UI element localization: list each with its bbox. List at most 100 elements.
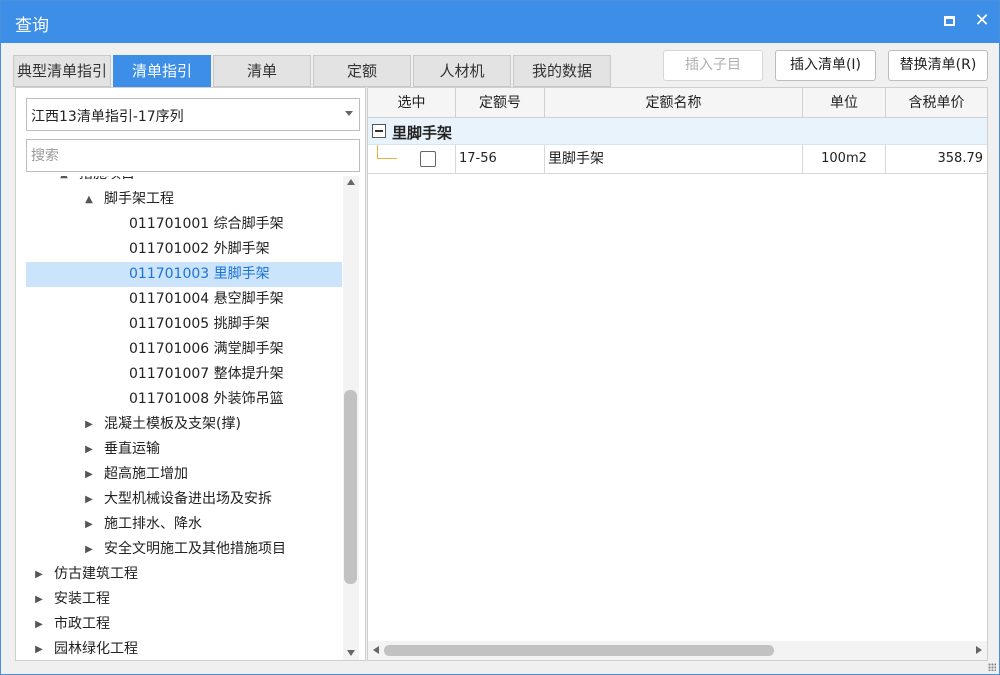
expand-triangle-icon[interactable]: ▶ — [84, 462, 94, 487]
code-cell: 17-56 — [456, 145, 545, 173]
scroll-right-icon[interactable] — [976, 646, 982, 654]
tree-node-label: 011701002 外脚手架 — [129, 241, 270, 257]
tree-node-label: 011701003 里脚手架 — [129, 266, 270, 282]
table-horizontal-scrollbar[interactable] — [368, 641, 987, 660]
tree-node-label: 仿古建筑工程 — [54, 566, 138, 582]
insert-list-button[interactable]: 插入清单(I) — [775, 50, 876, 81]
tree-node-label: 超高施工增加 — [104, 466, 188, 482]
expand-triangle-icon[interactable]: ▶ — [84, 412, 94, 437]
resize-grip-icon[interactable] — [988, 663, 996, 671]
tree-node[interactable]: ▶ 混凝土模板及支架(撑) — [26, 412, 342, 437]
tree-node-label: 大型机械设备进出场及安拆 — [104, 491, 272, 507]
tree-node-label: 011701005 挑脚手架 — [129, 316, 270, 332]
select-cell — [368, 145, 456, 173]
tree-vertical-scrollbar[interactable] — [343, 176, 359, 660]
tree-node[interactable]: ▶ 安装工程 — [26, 587, 342, 612]
tree-node[interactable]: ▶ 市政工程 — [26, 612, 342, 637]
tree-node[interactable]: 011701002 外脚手架 — [26, 237, 342, 262]
collapse-triangle-icon[interactable]: ▲ — [84, 187, 94, 212]
tree-node-label: 安装工程 — [54, 591, 110, 607]
tree-node[interactable]: ▶ 超高施工增加 — [26, 462, 342, 487]
table-header: 选中 定额号 定额名称 单位 含税单价 — [368, 88, 987, 118]
column-header-select[interactable]: 选中 — [368, 88, 456, 118]
guide-tree-panel: 江西13清单指引-17序列 ▲ 措施项目 ▲ 脚手架工程 011701001 综… — [15, 87, 366, 661]
window-title: 查询 — [15, 16, 49, 36]
library-select-value: 江西13清单指引-17序列 — [31, 109, 184, 125]
expand-triangle-icon[interactable]: ▶ — [34, 612, 44, 637]
scroll-thumb[interactable] — [344, 390, 357, 584]
insert-child-button[interactable]: 插入子目 — [663, 50, 763, 81]
tree-node[interactable]: 011701007 整体提升架 — [26, 362, 342, 387]
tree-connector-line — [377, 145, 397, 159]
expand-triangle-icon[interactable]: ▶ — [34, 587, 44, 612]
dropdown-arrow-icon — [345, 111, 353, 116]
tree-node-label: 措施项目 — [79, 176, 135, 187]
tree-node[interactable]: 011701006 满堂脚手架 — [26, 337, 342, 362]
title-bar: 查询 ✕ — [1, 1, 999, 43]
price-cell: 358.79 — [937, 151, 984, 166]
tree-node-label: 011701007 整体提升架 — [129, 366, 284, 382]
tree-node[interactable]: ▶ 安全文明施工及其他措施项目 — [26, 537, 342, 562]
column-header-name[interactable]: 定额名称 — [545, 88, 803, 118]
tab-labor-material[interactable]: 人材机 — [413, 55, 511, 87]
tree-node[interactable]: ▶ 垂直运输 — [26, 437, 342, 462]
tree-node[interactable]: 011701001 综合脚手架 — [26, 212, 342, 237]
tree-node-label: 园林绿化工程 — [54, 641, 138, 657]
maximize-icon — [944, 16, 955, 26]
maximize-button[interactable] — [939, 10, 961, 32]
expand-triangle-icon[interactable]: ▶ — [84, 512, 94, 537]
tree-node[interactable]: ▲ 脚手架工程 — [26, 187, 342, 212]
quota-table-panel: 选中 定额号 定额名称 单位 含税单价 里脚手架 17-56 里脚手架 100m… — [367, 87, 988, 661]
close-button[interactable]: ✕ — [971, 10, 993, 32]
tree-node[interactable]: ▶ 大型机械设备进出场及安拆 — [26, 487, 342, 512]
column-header-code[interactable]: 定额号 — [456, 88, 545, 118]
tree-node-label: 011701004 悬空脚手架 — [129, 291, 284, 307]
tab-typical-list-guide[interactable]: 典型清单指引 — [13, 55, 111, 87]
scroll-thumb[interactable] — [384, 645, 774, 656]
group-row[interactable]: 里脚手架 — [368, 118, 987, 145]
tree-node[interactable]: ▶ 施工排水、降水 — [26, 512, 342, 537]
scroll-down-icon[interactable] — [347, 650, 355, 656]
tree-node[interactable]: ▲ 措施项目 — [26, 176, 342, 187]
tree-node-label: 施工排水、降水 — [104, 516, 202, 532]
unit-cell: 100m2 — [803, 145, 886, 173]
library-select[interactable]: 江西13清单指引-17序列 — [26, 98, 360, 131]
tree-node-label: 安全文明施工及其他措施项目 — [104, 541, 286, 557]
column-header-price[interactable]: 含税单价 — [886, 88, 987, 118]
expand-triangle-icon[interactable]: ▶ — [34, 637, 44, 660]
column-header-unit[interactable]: 单位 — [803, 88, 886, 118]
replace-list-button[interactable]: 替换清单(R) — [888, 50, 988, 81]
group-label: 里脚手架 — [392, 124, 453, 142]
tree-node-label: 011701001 综合脚手架 — [129, 216, 284, 232]
close-icon: ✕ — [974, 10, 990, 31]
tree-node-label: 市政工程 — [54, 616, 110, 632]
expand-triangle-icon[interactable]: ▶ — [34, 562, 44, 587]
tab-my-data[interactable]: 我的数据 — [513, 55, 611, 87]
expand-triangle-icon[interactable]: ▶ — [84, 537, 94, 562]
tab-quota[interactable]: 定额 — [313, 55, 411, 87]
tree-node-selected[interactable]: 011701003 里脚手架 — [26, 262, 342, 287]
tree-node[interactable]: 011701008 外装饰吊篮 — [26, 387, 342, 412]
tree-node-label: 011701008 外装饰吊篮 — [129, 391, 284, 407]
tab-list[interactable]: 清单 — [213, 55, 311, 87]
name-cell: 里脚手架 — [545, 145, 803, 173]
tree-node[interactable]: ▶ 仿古建筑工程 — [26, 562, 342, 587]
tree-node[interactable]: 011701005 挑脚手架 — [26, 312, 342, 337]
tree-node-label: 混凝土模板及支架(撑) — [104, 416, 241, 432]
tab-list-guide[interactable]: 清单指引 — [113, 55, 211, 87]
table-row[interactable]: 17-56 里脚手架 100m2 358.79 — [368, 145, 987, 174]
scroll-left-icon[interactable] — [373, 646, 379, 654]
search-input[interactable] — [26, 139, 360, 172]
collapse-minus-icon[interactable] — [372, 124, 386, 138]
scroll-up-icon[interactable] — [347, 179, 355, 185]
tree-node[interactable]: 011701004 悬空脚手架 — [26, 287, 342, 312]
tree-node-label: 垂直运输 — [104, 441, 160, 457]
tree-node[interactable]: ▶ 园林绿化工程 — [26, 637, 342, 660]
row-select-checkbox[interactable] — [420, 151, 436, 167]
expand-triangle-icon[interactable]: ▶ — [84, 487, 94, 512]
guide-tree: ▲ 措施项目 ▲ 脚手架工程 011701001 综合脚手架 011701002… — [26, 176, 342, 660]
tree-node-label: 011701006 满堂脚手架 — [129, 341, 284, 357]
expand-triangle-icon[interactable]: ▶ — [84, 437, 94, 462]
collapse-triangle-icon[interactable]: ▲ — [59, 176, 69, 187]
query-window: 查询 ✕ 典型清单指引 清单指引 清单 定额 人材机 我的数据 插入子目 插入清… — [0, 0, 1000, 675]
